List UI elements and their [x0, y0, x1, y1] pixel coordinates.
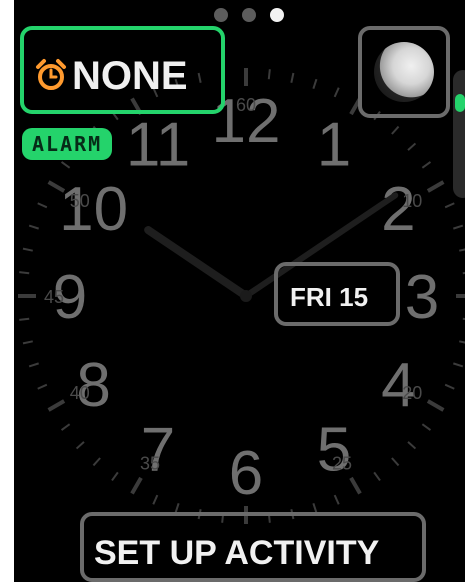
tick-mark	[22, 247, 33, 252]
tick-mark	[22, 340, 33, 345]
hour-numeral: 1	[317, 111, 351, 180]
date-complication[interactable]: FRI 15	[274, 262, 400, 326]
minute-marker: 40	[70, 383, 90, 403]
alarm-label: ALARM	[22, 128, 113, 160]
tick-mark	[19, 271, 30, 275]
minute-marker: 25	[332, 453, 352, 473]
tick-mark	[37, 383, 48, 390]
tick-mark	[453, 224, 464, 230]
minute-marker: 50	[70, 191, 90, 211]
scroll-thumb	[455, 94, 465, 112]
hour-numeral: 5	[317, 415, 351, 484]
page-dot[interactable]	[242, 8, 256, 22]
tick-mark	[453, 362, 464, 368]
tick-mark	[47, 399, 66, 412]
tick-mark	[28, 224, 39, 230]
activity-label: SET UP ACTIVITY	[94, 534, 380, 572]
tick-mark	[290, 72, 295, 83]
page-dot-active[interactable]	[270, 8, 284, 22]
clock-hand	[144, 226, 250, 300]
tick-mark	[426, 180, 445, 193]
page-indicator[interactable]	[208, 6, 308, 26]
tick-mark	[267, 69, 271, 80]
tick-mark	[459, 340, 465, 344]
date-text: FRI 15	[290, 282, 369, 312]
tick-mark	[426, 399, 445, 412]
tick-mark	[391, 457, 400, 467]
tick-mark	[444, 202, 455, 209]
tick-mark	[152, 494, 159, 505]
tick-mark	[312, 78, 318, 89]
side-scroll-indicator[interactable]	[453, 70, 465, 198]
tick-mark	[421, 161, 432, 169]
tick-mark	[28, 362, 39, 368]
tick-mark	[391, 125, 400, 135]
alarm-clock-icon	[36, 59, 66, 90]
tick-mark	[92, 457, 101, 467]
tick-mark	[407, 441, 417, 450]
tick-mark	[111, 471, 119, 482]
hour-numeral: 6	[229, 439, 263, 508]
moon-phase-complication[interactable]	[358, 26, 450, 118]
tick-mark	[75, 441, 85, 450]
hour-numeral: 11	[126, 111, 190, 180]
tick-mark	[349, 476, 362, 495]
tick-mark	[130, 476, 143, 495]
tick-mark	[444, 383, 455, 390]
tick-mark	[333, 494, 340, 505]
activity-complication[interactable]: SET UP ACTIVITY	[80, 512, 426, 582]
minute-marker: 60	[236, 95, 256, 115]
tick-mark	[60, 423, 71, 431]
tick-mark	[37, 202, 48, 209]
tick-mark	[459, 248, 465, 252]
screen: 12 1 2 3 4 5 6 7 8 9 10 11 60 10 20 25 35 40 45 50 NONE AL…	[0, 0, 465, 582]
hour-numeral: 7	[141, 415, 175, 484]
tick-mark	[373, 471, 381, 482]
tick-mark	[421, 423, 432, 431]
hands-center	[240, 290, 252, 302]
minute-marker: 10	[402, 191, 422, 211]
minute-marker: 20	[402, 383, 422, 403]
tick-mark	[333, 87, 340, 98]
minute-marker: 45	[44, 287, 64, 307]
tick-mark	[60, 161, 71, 169]
minute-marker: 35	[140, 453, 160, 473]
alarm-complication[interactable]: NONE	[20, 26, 225, 114]
page-dot[interactable]	[214, 8, 228, 22]
tick-mark	[407, 142, 417, 151]
watch-face[interactable]: 12 1 2 3 4 5 6 7 8 9 10 11 60 10 20 25 35 40 45 50 NONE AL…	[14, 0, 465, 582]
alarm-value: NONE	[72, 54, 188, 98]
hour-numeral: 3	[405, 263, 439, 332]
tick-mark	[19, 317, 30, 321]
moon-phase-icon	[374, 42, 434, 102]
